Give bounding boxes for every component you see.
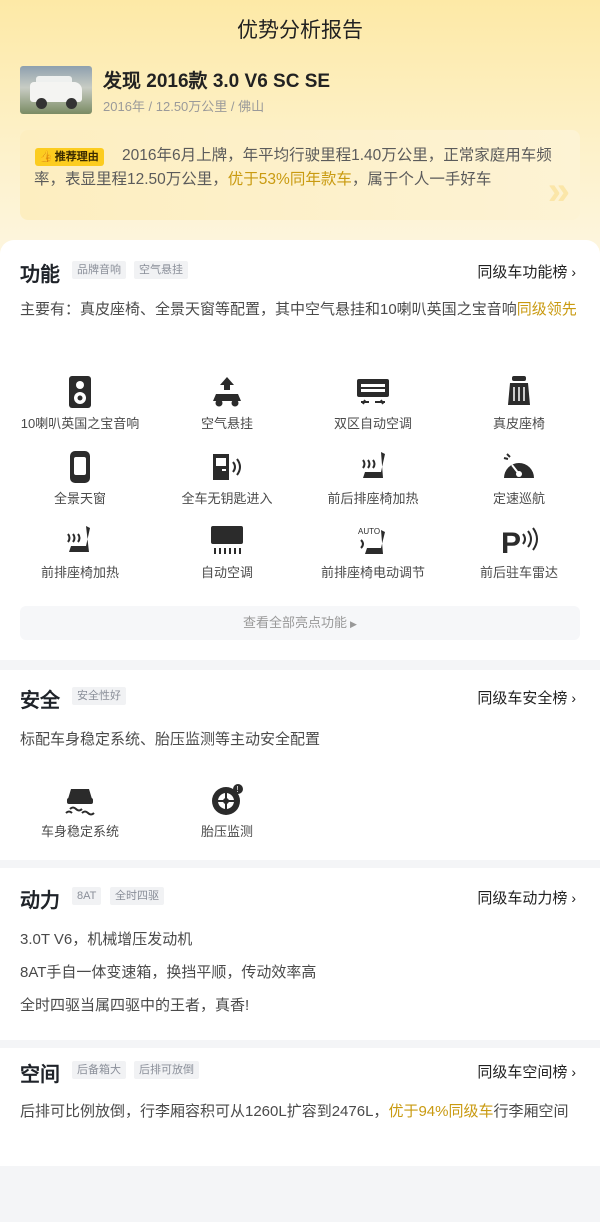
- section-title: 安全: [20, 690, 60, 712]
- section-title: 空间: [20, 1064, 60, 1086]
- seat-heating-all-icon: [362, 452, 385, 478]
- feature-item: 真皮座椅: [444, 375, 594, 432]
- recommend-reason-text: 2016年6月上牌，年平均行驶里程1.40万公里，正常家庭用车频率，表显里程12…: [34, 147, 552, 188]
- safety-rank-link[interactable]: 同级车安全榜 ›: [477, 687, 576, 708]
- section-tag: 品牌音响: [72, 261, 126, 279]
- section-tag: 后备箱大: [72, 1061, 126, 1079]
- feature-item: 前后排座椅加热: [298, 450, 448, 507]
- reason-highlight: 优于53%同年款车: [227, 171, 352, 188]
- feature-item: 自动空调: [152, 524, 302, 581]
- feature-item: 定速巡航: [444, 450, 594, 507]
- auto-ac-icon: [211, 526, 243, 554]
- section-tag: 后排可放倒: [134, 1061, 199, 1079]
- function-description: 主要有：真皮座椅、全景天窗等配置，其中空气悬挂和10喇叭英国之宝音响同级领先: [20, 301, 577, 318]
- panoramic-sunroof-icon: [70, 451, 90, 483]
- svg-text:P: P: [501, 527, 521, 558]
- keyless-entry-icon: [213, 454, 241, 480]
- dual-zone-ac-icon: [357, 379, 389, 405]
- page-title: 优势分析报告: [237, 19, 363, 42]
- space-description: 后排可比例放倒，行李厢容积可从1260L扩容到2476L，优于94%同级车行李厢…: [20, 1103, 569, 1120]
- tire-pressure-icon: !: [212, 784, 243, 815]
- function-section: 功能 品牌音响 空气悬挂 同级车功能榜 › 主要有：真皮座椅、全景天窗等配置，其中…: [0, 240, 600, 660]
- feature-item: P 前后驻车雷达: [444, 524, 594, 581]
- feature-item: 全车无钥匙进入: [152, 450, 302, 507]
- feature-item: 双区自动空调: [298, 375, 448, 432]
- section-tag: 全时四驱: [110, 887, 164, 905]
- front-seat-heating-icon: [67, 526, 90, 552]
- recommend-reason-box: 👍 推荐理由 2016年6月上牌，年平均行驶里程1.40万公里，正常家庭用车频率，…: [20, 130, 580, 220]
- power-seat-icon: AUTO: [358, 527, 385, 554]
- car-thumbnail[interactable]: [20, 66, 92, 114]
- feature-item: AUTO 前排座椅电动调节: [298, 524, 448, 581]
- function-rank-link[interactable]: 同级车功能榜 ›: [477, 261, 576, 282]
- space-section: 空间 后备箱大 后排可放倒 同级车空间榜 › 后排可比例放倒，行李厢容积可从126…: [0, 1048, 600, 1166]
- svg-text:!: !: [237, 785, 239, 794]
- decorative-chevron-icon: »: [547, 169, 570, 213]
- section-tag: 空气悬挂: [134, 261, 188, 279]
- speaker-icon: [69, 376, 91, 408]
- safety-description: 标配车身稳定系统、胎压监测等主动安全配置: [20, 731, 321, 748]
- chevron-right-icon: ›: [571, 890, 576, 906]
- chevron-right-icon: ›: [571, 264, 576, 280]
- header-background: 优势分析报告 发现 2016款 3.0 V6 SC SE 2016年 / 12.…: [0, 0, 600, 262]
- chevron-right-icon: ›: [571, 690, 576, 706]
- leather-seat-icon: [508, 376, 530, 405]
- see-all-features-button[interactable]: 查看全部亮点功能 ▶: [20, 606, 580, 640]
- section-tag: 8AT: [72, 887, 102, 905]
- space-rank-link[interactable]: 同级车空间榜 ›: [477, 1061, 576, 1082]
- feature-item: 10喇叭英国之宝音响: [5, 375, 155, 432]
- power-line: 全时四驱当属四驱中的王者，真香!: [20, 997, 250, 1014]
- triangle-right-icon: ▶: [350, 619, 357, 629]
- section-title: 功能: [20, 264, 60, 286]
- feature-item: 全景天窗: [5, 450, 155, 507]
- feature-item: ! 胎压监测: [200, 784, 253, 839]
- power-rank-link[interactable]: 同级车动力榜 ›: [477, 887, 576, 908]
- feature-item: 车身稳定系统: [5, 783, 155, 840]
- chevron-right-icon: ›: [571, 1064, 576, 1080]
- section-tag: 安全性好: [72, 687, 126, 705]
- power-line: 3.0T V6，机械增压发动机: [20, 931, 193, 948]
- feature-item: 前排座椅加热: [5, 524, 155, 581]
- svg-text:AUTO: AUTO: [358, 527, 380, 536]
- section-title: 动力: [20, 890, 60, 912]
- power-line: 8AT手自一体变速箱，换挡平顺，传动效率高: [20, 964, 317, 981]
- feature-item: 空气悬挂: [152, 375, 302, 432]
- power-section: 动力 8AT 全时四驱 同级车动力榜 › 3.0T V6，机械增压发动机 8AT手…: [0, 868, 600, 1040]
- stability-control-icon: [65, 789, 95, 816]
- car-name: 发现 2016款 3.0 V6 SC SE: [103, 71, 331, 92]
- safety-section: 安全 安全性好 同级车安全榜 › 标配车身稳定系统、胎压监测等主动安全配置 车身稳…: [0, 670, 600, 860]
- car-meta: 2016年 / 12.50万公里 / 佛山: [103, 99, 265, 114]
- cruise-control-icon: [503, 453, 534, 478]
- parking-radar-icon: P: [501, 527, 538, 558]
- air-suspension-icon: [213, 377, 241, 407]
